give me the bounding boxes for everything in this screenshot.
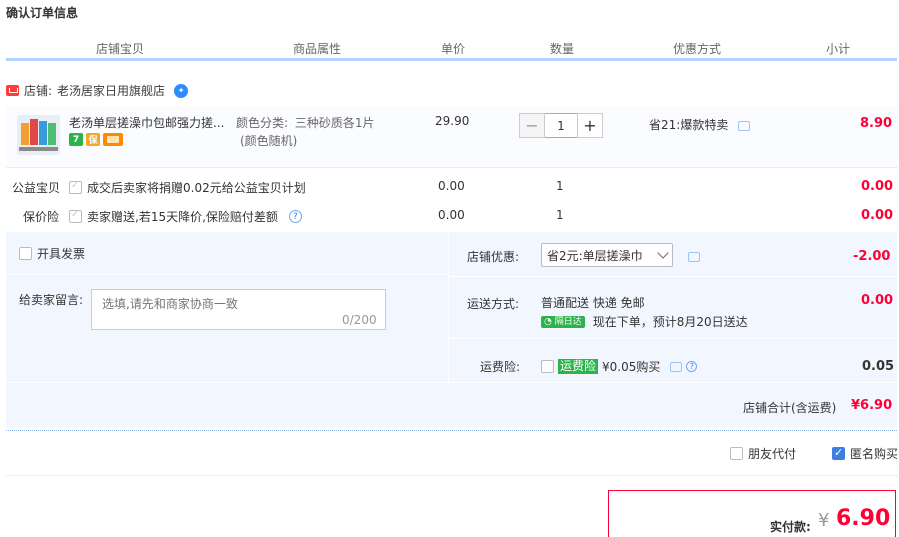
price-protect-label: 保价险 — [23, 210, 60, 224]
quantity-input[interactable] — [545, 113, 577, 138]
shop-discount-value: 省2元:单层搓澡巾 — [547, 248, 643, 263]
shop-name[interactable]: 老汤居家日用旗舰店 — [57, 82, 165, 99]
invoice-option[interactable]: 开具发票 — [19, 245, 85, 262]
price-protect-qty: 1 — [556, 208, 564, 222]
item-unit-price: 29.90 — [435, 114, 470, 128]
friend-pay-option[interactable]: 朋友代付 — [730, 445, 796, 462]
price-protect-subtotal: 0.00 — [861, 208, 894, 223]
freight-insurance-checkbox[interactable] — [541, 360, 554, 373]
shop-label: 店铺: — [24, 84, 53, 98]
shop-discount-amount: -2.00 — [853, 249, 891, 264]
charity-price: 0.00 — [438, 179, 465, 193]
attr-value: 三种砂质各1片 — [294, 116, 375, 130]
item-promo: 省21:爆款特卖 — [649, 116, 751, 133]
shipping-eta-row: ◔ 隔日达 现在下单，预计8月20日送达 — [541, 313, 748, 330]
charity-checkbox — [69, 180, 82, 194]
friend-pay-label: 朋友代付 — [748, 447, 797, 461]
charity-subtotal: 0.00 — [861, 179, 894, 194]
freight-insurance-label: 运费险: — [480, 360, 521, 374]
guarantee-icon[interactable]: 保 — [86, 133, 100, 146]
charity-desc: 成交后卖家将捐赠0.02元给公益宝贝计划 — [87, 181, 306, 195]
freight-insurance-row: 运费险 ¥0.05购买 ? — [541, 358, 698, 375]
invoice-label: 开具发票 — [37, 247, 86, 261]
freight-insurance-tag: 运费险 — [558, 359, 599, 374]
invoice-checkbox[interactable] — [19, 247, 32, 260]
currency-symbol: ¥ — [818, 510, 830, 531]
promo-text: 省21:爆款特卖 — [649, 118, 729, 132]
price-protect-desc: 卖家赠送,若15天降价,保险赔付差额 — [87, 210, 278, 224]
item-thumbnail[interactable] — [17, 115, 60, 155]
panel-divider — [449, 338, 897, 339]
col-header-attributes: 商品属性 — [293, 42, 342, 56]
panel-divider — [6, 382, 897, 383]
increment-button[interactable]: + — [577, 113, 603, 138]
anonymous-option[interactable]: 匿名购买 — [832, 445, 898, 462]
col-header-discount: 优惠方式 — [673, 42, 722, 56]
shop-discount-label: 店铺优惠: — [467, 250, 520, 264]
shipping-eta: 现在下单，预计8月20日送达 — [592, 315, 748, 329]
price-protect-checkbox — [69, 209, 82, 223]
item-service-tags: 7 保 — [69, 133, 126, 146]
seven-day-return-icon[interactable]: 7 — [69, 133, 83, 146]
quantity-stepper: − + — [519, 113, 603, 138]
shop-row: 店铺: 老汤居家日用旗舰店 ✦ — [6, 82, 189, 99]
help-icon[interactable]: ? — [288, 210, 302, 223]
anonymous-checkbox[interactable] — [832, 446, 845, 460]
page-title: 确认订单信息 — [6, 6, 79, 20]
wangwang-chat-icon[interactable]: ✦ — [174, 83, 189, 98]
shop-discount-select[interactable]: 省2元:单层搓澡巾 — [541, 243, 673, 267]
actual-pay-amount: 6.90 — [836, 506, 891, 531]
col-header-subtotal: 小计 — [826, 42, 851, 56]
message-icon[interactable] — [738, 121, 751, 131]
price-protect-price: 0.00 — [438, 208, 465, 222]
col-header-quantity: 数量 — [550, 42, 575, 56]
shipping-method: 普通配送 快递 免邮 — [541, 296, 645, 310]
shop-total-amount: ¥6.90 — [851, 398, 893, 413]
card-icon[interactable] — [103, 133, 123, 146]
chevron-down-icon — [657, 247, 669, 259]
shipping-label: 运送方式: — [467, 297, 520, 311]
attr-note: (颜色随机) — [240, 134, 298, 148]
anonymous-label: 匿名购买 — [850, 447, 899, 461]
item-title[interactable]: 老汤单层搓澡巾包邮强力搓... — [69, 114, 224, 131]
item-attributes: 颜色分类: 三种砂质各1片 — [236, 114, 375, 131]
section-divider — [6, 430, 897, 431]
charity-qty: 1 — [556, 179, 564, 193]
help-icon[interactable]: ? — [686, 361, 698, 372]
panel-divider — [448, 232, 449, 382]
memo-counter: 0/200 — [342, 313, 377, 327]
next-day-badge: ◔ 隔日达 — [541, 315, 585, 328]
decrement-button[interactable]: − — [519, 113, 545, 138]
shipping-amount: 0.00 — [861, 293, 894, 308]
item-subtotal: 8.90 — [860, 116, 893, 131]
freight-insurance-amount: 0.05 — [862, 359, 895, 374]
memo-label: 给卖家留言: — [19, 293, 84, 307]
friend-pay-checkbox[interactable] — [730, 447, 743, 460]
attr-label: 颜色分类: — [236, 116, 289, 130]
freight-insurance-price: ¥0.05购买 — [602, 360, 661, 374]
message-icon[interactable] — [670, 361, 683, 372]
shop-badge-icon — [6, 85, 19, 96]
charity-desc-row: 成交后卖家将捐赠0.02元给公益宝贝计划 — [69, 179, 306, 196]
panel-divider — [449, 276, 897, 277]
col-header-shop-item: 店铺宝贝 — [96, 42, 145, 56]
header-divider — [6, 58, 897, 61]
price-protect-desc-row: 卖家赠送,若15天降价,保险赔付差额 ? — [69, 208, 302, 225]
next-day-badge-text: 隔日达 — [554, 316, 582, 327]
message-icon[interactable] — [688, 252, 700, 262]
shop-total-label: 店铺合计(含运费) — [743, 401, 837, 415]
charity-label: 公益宝贝 — [12, 181, 61, 195]
col-header-unit-price: 单价 — [441, 42, 466, 56]
actual-pay-label: 实付款: — [770, 520, 811, 534]
section-divider — [6, 475, 897, 476]
